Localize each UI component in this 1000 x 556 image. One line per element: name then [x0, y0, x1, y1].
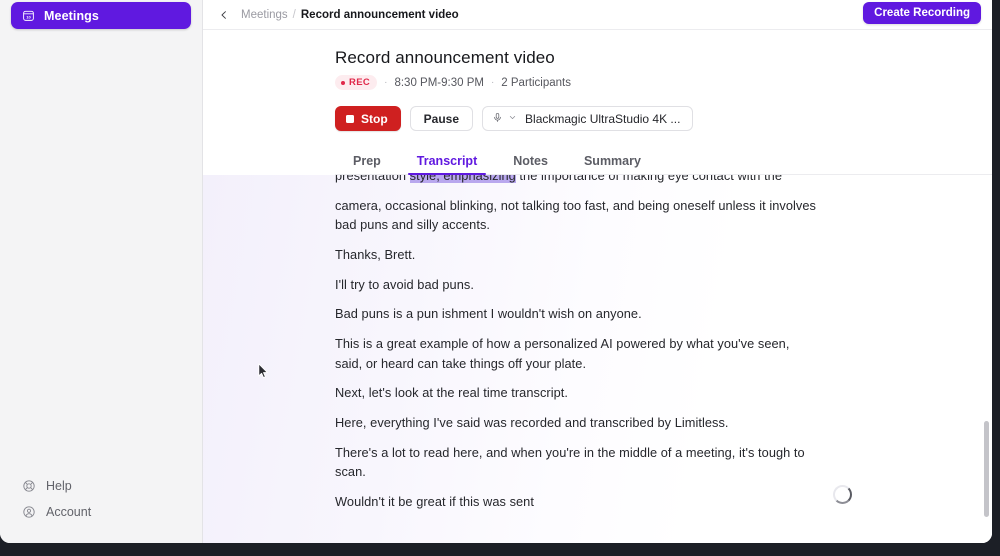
meeting-header: Record announcement video REC · 8:30 PM-…: [203, 30, 992, 175]
transcript-text-selected: style, emphasizing: [409, 175, 516, 183]
meta-separator-2: ·: [490, 77, 495, 88]
sidebar-item-help-label: Help: [46, 479, 72, 493]
chevron-down-icon: [508, 113, 517, 124]
user-circle-icon: [22, 505, 36, 519]
scrollbar[interactable]: [983, 175, 989, 543]
sidebar: 10 Meetings Help Account: [0, 0, 203, 543]
stop-button[interactable]: Stop: [335, 106, 401, 131]
transcript-paragraph: There's a lot to read here, and when you…: [335, 444, 805, 480]
calendar-icon: 10: [22, 9, 35, 22]
tab-summary[interactable]: Summary: [566, 154, 659, 175]
status-badge: REC: [335, 75, 378, 90]
recording-controls: Stop Pause Blackmagic UltraStudio 4K ...: [335, 106, 992, 131]
page-title: Record announcement video: [335, 48, 555, 67]
audio-device-select[interactable]: Blackmagic UltraStudio 4K ...: [482, 106, 694, 131]
record-dot-icon: [341, 80, 345, 85]
app-root: 10 Meetings Help Account Meetings / Reco…: [0, 0, 1000, 556]
tab-notes[interactable]: Notes: [495, 154, 566, 175]
microphone-icon: [492, 112, 503, 126]
transcript-paragraph: I'll try to avoid bad puns.: [335, 276, 474, 292]
transcript-text-before: presentation: [335, 175, 410, 183]
scrollbar-thumb[interactable]: [984, 421, 989, 517]
tab-transcript[interactable]: Transcript: [399, 154, 495, 175]
breadcrumb-parent[interactable]: Meetings: [241, 9, 288, 21]
sidebar-item-account-label: Account: [46, 505, 92, 519]
status-badge-label: REC: [349, 77, 371, 88]
lifebuoy-icon: [22, 479, 36, 493]
transcript-paragraph: Here, everything I've said was recorded …: [335, 415, 729, 431]
stop-button-label: Stop: [361, 111, 388, 126]
transcript-paragraph: This is a great example of how a persona…: [335, 336, 790, 371]
top-bar: Meetings / Record announcement video Cre…: [203, 0, 992, 30]
meeting-participants: 2 Participants: [501, 76, 571, 89]
sidebar-bottom-links: Help Account: [0, 473, 202, 525]
transcript-paragraph: Bad puns is a pun ishment I wouldn't wis…: [335, 306, 642, 322]
breadcrumb-current: Record announcement video: [300, 8, 459, 21]
transcript-paragraph: camera, occasional blinking, not talking…: [335, 197, 816, 233]
transcript-paragraph: Next, let's look at the real time transc…: [335, 385, 568, 401]
transcript-panel[interactable]: presentation style, emphasizing the impo…: [203, 175, 992, 543]
stop-square-icon: [346, 114, 354, 123]
transcript-paragraph: Thanks, Brett.: [335, 246, 416, 262]
sidebar-item-meetings[interactable]: 10 Meetings: [11, 2, 191, 29]
breadcrumb: Meetings / Record announcement video: [241, 9, 459, 21]
main-content: Meetings / Record announcement video Cre…: [203, 0, 992, 543]
chevron-left-icon[interactable]: [216, 7, 232, 23]
sidebar-item-account[interactable]: Account: [11, 499, 191, 525]
transcript-paragraph: presentation style, emphasizing the impo…: [335, 175, 820, 185]
meta-separator-1: ·: [384, 77, 388, 88]
transcript-body: presentation style, emphasizing the impo…: [203, 175, 992, 543]
tab-prep[interactable]: Prep: [335, 154, 399, 175]
breadcrumb-separator: /: [292, 8, 296, 21]
create-recording-button[interactable]: Create Recording: [863, 2, 981, 24]
transcript-paragraph: Wouldn't it be great if this was sent: [335, 494, 534, 510]
sidebar-item-help[interactable]: Help: [11, 473, 191, 499]
meeting-time-range: 8:30 PM-9:30 PM: [394, 76, 484, 89]
meeting-meta: REC · 8:30 PM-9:30 PM · 2 Participants: [335, 75, 992, 90]
pause-button[interactable]: Pause: [409, 106, 474, 131]
spinner-icon: [833, 485, 852, 504]
audio-device-label: Blackmagic UltraStudio 4K ...: [525, 111, 681, 126]
transcript-text-after: the importance of making eye contact wit…: [515, 175, 783, 183]
svg-text:10: 10: [26, 14, 31, 19]
tab-bar: Prep Transcript Notes Summary: [335, 147, 992, 175]
sidebar-item-meetings-label: Meetings: [44, 8, 99, 23]
app-window: 10 Meetings Help Account Meetings / Reco…: [0, 0, 992, 543]
